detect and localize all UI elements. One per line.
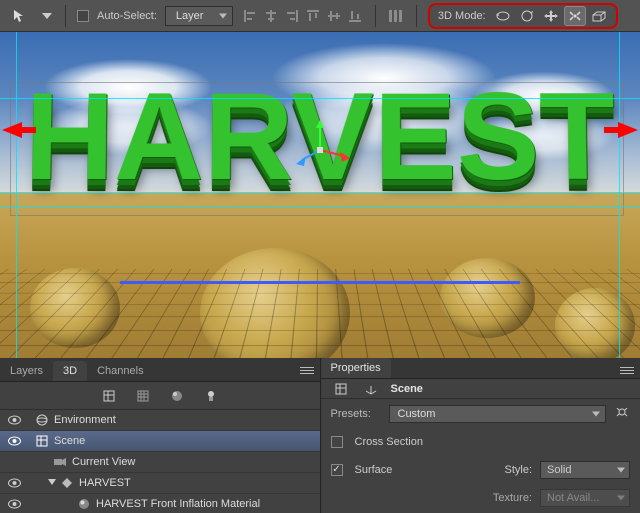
panel-tabbar: Layers 3D Channels bbox=[0, 358, 320, 382]
properties-title: Scene bbox=[391, 383, 423, 395]
scene-icon bbox=[34, 435, 50, 447]
align-right-icon[interactable] bbox=[283, 7, 301, 25]
visibility-toggle-icon[interactable] bbox=[4, 436, 24, 446]
properties-header: Scene bbox=[321, 379, 640, 399]
auto-select-label: Auto-Select: bbox=[97, 10, 157, 22]
expand-toggle-icon[interactable] bbox=[46, 479, 57, 487]
filter-material-icon[interactable] bbox=[167, 387, 187, 405]
presets-dropdown[interactable]: Custom bbox=[389, 405, 607, 423]
tab-layers[interactable]: Layers bbox=[0, 361, 53, 381]
divider bbox=[416, 5, 417, 27]
style-dropdown[interactable]: Solid bbox=[540, 461, 630, 479]
panel-menu-icon[interactable] bbox=[620, 364, 634, 376]
tool-preset-dropdown[interactable] bbox=[40, 5, 54, 27]
mesh-icon bbox=[59, 477, 75, 489]
document-canvas[interactable]: HARVEST bbox=[0, 32, 640, 358]
auto-select-checkbox[interactable] bbox=[77, 10, 89, 22]
align-hcenter-icon[interactable] bbox=[262, 7, 280, 25]
tab-channels[interactable]: Channels bbox=[87, 361, 153, 381]
camera-icon bbox=[52, 457, 68, 467]
guide-horizontal bbox=[0, 192, 640, 193]
panel-properties: Properties Scene Presets: Custom Cross S… bbox=[321, 358, 640, 513]
tree-row-current-view[interactable]: Current View bbox=[0, 452, 320, 473]
dropdown-value: Layer bbox=[176, 10, 204, 22]
tree-row-scene[interactable]: Scene bbox=[0, 431, 320, 452]
tree-label: Scene bbox=[54, 435, 85, 447]
filter-mesh-icon[interactable] bbox=[133, 387, 153, 405]
mode3d-pan-icon[interactable] bbox=[540, 6, 562, 26]
surface-row: Surface Style: Solid bbox=[331, 459, 631, 481]
surface-checkbox[interactable] bbox=[331, 464, 343, 476]
guide-vertical bbox=[16, 32, 17, 358]
canvas-content: HARVEST bbox=[0, 32, 640, 358]
visibility-toggle-icon[interactable] bbox=[4, 499, 24, 509]
annotation-arrow-right-icon bbox=[618, 122, 638, 138]
axis-line bbox=[120, 281, 520, 284]
scene-tree: Environment Scene Current View HARVEST bbox=[0, 410, 320, 513]
presets-label: Presets: bbox=[331, 408, 381, 420]
tree-row-environment[interactable]: Environment bbox=[0, 410, 320, 431]
cross-section-label: Cross Section bbox=[355, 436, 423, 448]
bottom-panels: Layers 3D Channels Environment Scene bbox=[0, 358, 640, 513]
panel-tabbar: Properties bbox=[321, 358, 640, 379]
visibility-toggle-icon[interactable] bbox=[4, 478, 24, 488]
mode3d-rotate-icon[interactable] bbox=[492, 6, 514, 26]
divider bbox=[375, 5, 376, 27]
mode3d-label: 3D Mode: bbox=[438, 10, 486, 22]
cross-section-checkbox[interactable] bbox=[331, 436, 343, 448]
align-bottom-icon[interactable] bbox=[346, 7, 364, 25]
mode3d-roll-icon[interactable] bbox=[516, 6, 538, 26]
mode3d-icons bbox=[492, 6, 610, 26]
panel-3d: Layers 3D Channels Environment Scene bbox=[0, 358, 321, 513]
presets-row: Presets: Custom bbox=[331, 403, 631, 425]
divider bbox=[65, 5, 66, 27]
dropdown-value: Not Avail... bbox=[547, 492, 599, 504]
tree-label: Current View bbox=[72, 456, 135, 468]
filter-scene-icon[interactable] bbox=[99, 387, 119, 405]
preset-menu-icon[interactable] bbox=[614, 405, 630, 423]
texture-label: Texture: bbox=[493, 492, 532, 504]
mode3d-box: 3D Mode: bbox=[428, 3, 618, 29]
move-tool-icon[interactable] bbox=[6, 5, 32, 27]
tree-label: HARVEST Front Inflation Material bbox=[96, 498, 260, 510]
dropdown-value: Solid bbox=[547, 464, 571, 476]
align-group bbox=[241, 7, 364, 25]
tree-row-material[interactable]: HARVEST Front Inflation Material bbox=[0, 494, 320, 513]
tree-label: Environment bbox=[54, 414, 116, 426]
align-top-icon[interactable] bbox=[304, 7, 322, 25]
mode3d-slide-icon[interactable] bbox=[564, 6, 586, 26]
tab-properties[interactable]: Properties bbox=[321, 358, 391, 378]
tree-row-harvest[interactable]: HARVEST bbox=[0, 473, 320, 494]
texture-dropdown: Not Avail... bbox=[540, 489, 630, 507]
mode3d-scale-icon[interactable] bbox=[588, 6, 610, 26]
panel-menu-icon[interactable] bbox=[300, 364, 314, 376]
tree-label: HARVEST bbox=[79, 477, 131, 489]
distribute-icon[interactable] bbox=[387, 7, 405, 25]
align-vcenter-icon[interactable] bbox=[325, 7, 343, 25]
guide-horizontal bbox=[0, 98, 640, 99]
guide-horizontal bbox=[0, 206, 640, 207]
texture-row: Texture: Not Avail... bbox=[331, 487, 631, 509]
align-left-icon[interactable] bbox=[241, 7, 259, 25]
annotation-arrow-left-icon bbox=[2, 122, 22, 138]
environment-icon bbox=[34, 414, 50, 426]
style-label: Style: bbox=[504, 464, 532, 476]
dropdown-value: Custom bbox=[398, 408, 436, 420]
guide-vertical bbox=[619, 32, 620, 358]
tab-3d[interactable]: 3D bbox=[53, 361, 87, 381]
visibility-toggle-icon[interactable] bbox=[4, 415, 24, 425]
scene-props-icon[interactable] bbox=[331, 380, 351, 398]
auto-select-target-dropdown[interactable]: Layer bbox=[165, 6, 233, 26]
coords-icon[interactable] bbox=[361, 380, 381, 398]
transform-gizmo[interactable] bbox=[290, 120, 350, 180]
filter-light-icon[interactable] bbox=[201, 387, 221, 405]
panel-3d-filter-bar bbox=[0, 382, 320, 410]
material-icon bbox=[76, 498, 92, 510]
cross-section-row: Cross Section bbox=[331, 431, 631, 453]
surface-label: Surface bbox=[355, 464, 393, 476]
options-bar: Auto-Select: Layer 3D Mode: bbox=[0, 0, 640, 32]
properties-body: Presets: Custom Cross Section Surface St… bbox=[321, 399, 640, 513]
